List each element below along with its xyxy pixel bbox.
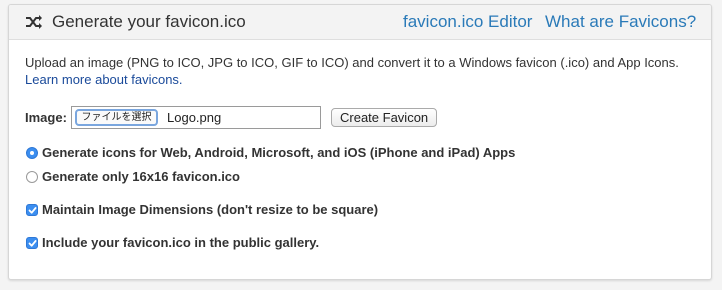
checkbox-maintain-dimensions[interactable] — [26, 204, 38, 216]
option-generate-16[interactable]: Generate only 16x16 favicon.ico — [25, 168, 705, 186]
what-are-favicons-link[interactable]: What are Favicons? — [545, 12, 696, 32]
radio-generate-all[interactable] — [26, 147, 38, 159]
checkmark-icon — [28, 207, 37, 214]
create-favicon-button[interactable]: Create Favicon — [331, 108, 438, 127]
radio-generate-all-label[interactable]: Generate icons for Web, Android, Microso… — [42, 145, 515, 160]
favicon-editor-link[interactable]: favicon.ico Editor — [403, 12, 532, 32]
learn-more-link[interactable]: Learn more about favicons. — [25, 72, 183, 87]
intro-description: Upload an image (PNG to ICO, JPG to ICO,… — [25, 55, 679, 70]
checkbox-maintain-dimensions-label[interactable]: Maintain Image Dimensions (don't resize … — [42, 202, 378, 217]
intro-text: Upload an image (PNG to ICO, JPG to ICO,… — [25, 54, 705, 88]
image-label: Image: — [25, 110, 67, 125]
option-generate-all[interactable]: Generate icons for Web, Android, Microso… — [25, 144, 705, 162]
choose-file-button[interactable]: ファイルを選択 — [75, 109, 158, 126]
page-title: Generate your favicon.ico — [52, 12, 246, 31]
radio-generate-16-label[interactable]: Generate only 16x16 favicon.ico — [42, 169, 240, 184]
radio-generate-16[interactable] — [26, 171, 38, 183]
file-input[interactable]: ファイルを選択 Logo.png — [71, 106, 321, 129]
option-public-gallery[interactable]: Include your favicon.ico in the public g… — [25, 234, 705, 252]
favicon-generator-panel: Generate your favicon.ico favicon.ico Ed… — [8, 4, 712, 280]
checkbox-public-gallery[interactable] — [26, 237, 38, 249]
panel-header: Generate your favicon.ico favicon.ico Ed… — [9, 5, 711, 40]
checkbox-public-gallery-label[interactable]: Include your favicon.ico in the public g… — [42, 235, 319, 250]
selected-file-name: Logo.png — [167, 110, 222, 125]
image-upload-row: Image: ファイルを選択 Logo.png Create Favicon — [25, 106, 705, 130]
shuffle-icon — [26, 15, 42, 29]
checkmark-icon — [28, 240, 37, 247]
option-maintain-dimensions[interactable]: Maintain Image Dimensions (don't resize … — [25, 201, 705, 219]
